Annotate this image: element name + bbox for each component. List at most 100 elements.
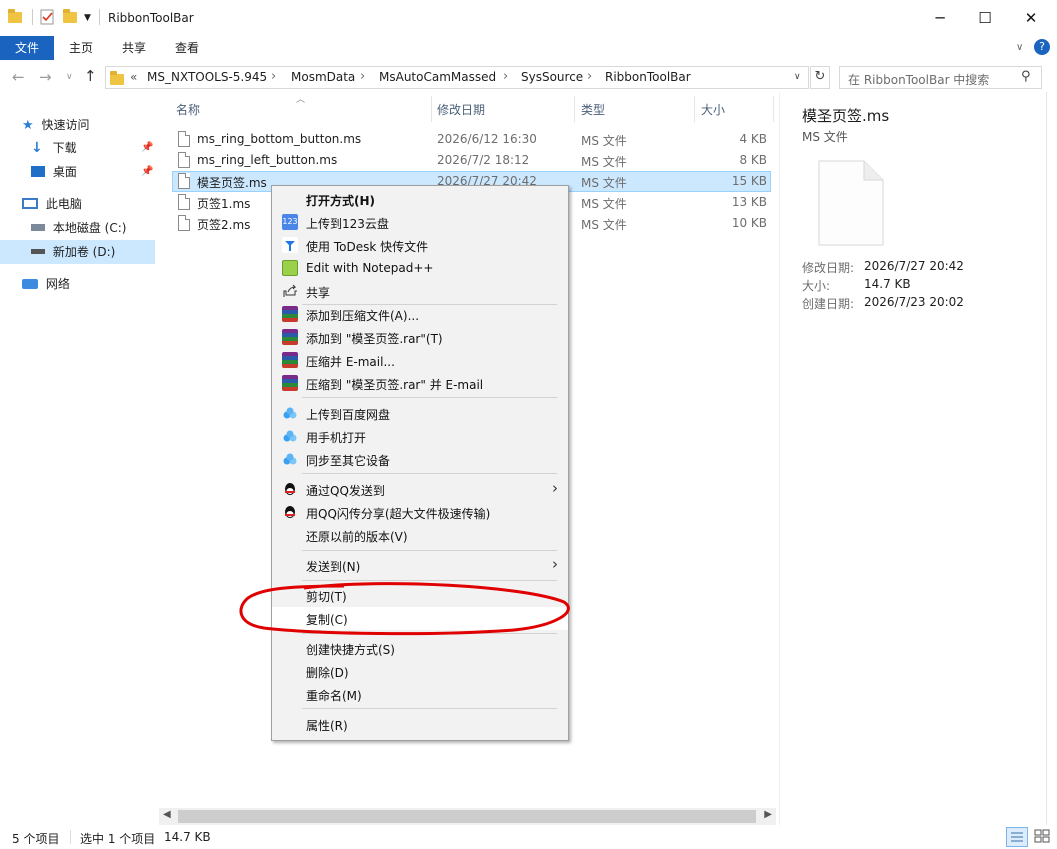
table-row[interactable]: ms_ring_left_button.ms 2026/7/2 18:12 MS… (172, 150, 771, 171)
nav-item-this-pc[interactable]: 此电脑 (22, 195, 82, 212)
breadcrumb-item[interactable]: RibbonToolBar (605, 70, 691, 84)
breadcrumb-separator[interactable]: › (587, 69, 592, 84)
maximize-button[interactable]: ☐ (962, 0, 1008, 36)
menu-item-compress-email[interactable]: 压缩并 E-mail... (272, 349, 568, 372)
search-box[interactable]: 在 RibbonToolBar 中搜索 ⚲ (839, 66, 1042, 89)
column-divider[interactable] (694, 96, 695, 122)
menu-item-properties[interactable]: 属性(R) (272, 713, 568, 736)
column-divider[interactable] (773, 96, 774, 122)
cloud-123-icon: 123 (282, 214, 298, 230)
share-icon (282, 283, 298, 299)
winrar-icon (282, 352, 298, 368)
address-bar[interactable]: « MS_NXTOOLS-5.945 › MosmData › MsAutoCa… (105, 66, 809, 89)
column-header-size[interactable]: 大小 (701, 101, 725, 118)
divider (32, 9, 33, 25)
tab-home[interactable]: 主页 (58, 36, 104, 60)
properties-icon[interactable] (40, 9, 54, 27)
forward-button[interactable]: → (39, 68, 52, 86)
breadcrumb-item[interactable]: SysSource (521, 70, 583, 84)
menu-item-compress-rar-email[interactable]: 压缩到 "模圣页签.rar" 并 E-mail (272, 372, 568, 395)
menu-item-rename[interactable]: 重命名(M) (272, 683, 568, 706)
pane-divider[interactable] (779, 92, 780, 825)
details-view-button[interactable] (1006, 827, 1028, 847)
vertical-scrollbar[interactable] (1046, 92, 1057, 825)
breadcrumb-separator[interactable]: › (271, 69, 276, 84)
nav-item-downloads[interactable]: ↓ 下载 (31, 139, 77, 156)
breadcrumb-separator[interactable]: › (503, 69, 508, 84)
column-divider[interactable] (574, 96, 575, 122)
menu-item-qq-send[interactable]: 通过QQ发送到 › (272, 478, 568, 501)
details-value: 2026/7/27 20:42 (864, 259, 964, 273)
file-size: 4 KB (739, 132, 767, 146)
menu-item-upload-123[interactable]: 123 上传到123云盘 (272, 211, 568, 234)
notepad-icon (282, 260, 298, 276)
star-icon: ★ (22, 118, 34, 133)
back-button[interactable]: ← (12, 68, 25, 86)
minimize-button[interactable]: ─ (917, 0, 963, 36)
up-button[interactable]: ↑ (84, 67, 97, 85)
tab-share[interactable]: 共享 (111, 36, 157, 60)
column-header-type[interactable]: 类型 (581, 101, 605, 118)
scroll-left-icon[interactable]: ◀ (163, 809, 171, 820)
menu-item-add-archive[interactable]: 添加到压缩文件(A)... (272, 303, 568, 326)
file-icon (178, 152, 190, 168)
menu-item-create-shortcut[interactable]: 创建快捷方式(S) (272, 637, 568, 660)
tab-file[interactable]: 文件 (0, 36, 54, 60)
menu-item-qq-flash[interactable]: 用QQ闪传分享(超大文件极速传输) (272, 501, 568, 524)
details-filename: 模圣页签.ms (802, 107, 890, 125)
window-title: RibbonToolBar (108, 11, 194, 25)
horizontal-scrollbar[interactable]: ◀ ▶ (159, 808, 776, 825)
menu-item-open-with[interactable]: 打开方式(H) (272, 188, 568, 211)
nav-item-quick-access[interactable]: ★ 快速访问 (22, 116, 90, 133)
table-row[interactable]: ms_ring_bottom_button.ms 2026/6/12 16:30… (172, 129, 771, 150)
qq-icon (282, 504, 298, 520)
menu-item-todesk[interactable]: 使用 ToDesk 快传文件 (272, 234, 568, 257)
submenu-arrow-icon: › (552, 479, 558, 497)
column-divider[interactable] (431, 96, 432, 122)
new-folder-icon[interactable] (63, 9, 77, 27)
customize-qat-icon[interactable]: ▼ (84, 13, 91, 31)
breadcrumb-item[interactable]: MS_NXTOOLS-5.945 (147, 70, 267, 84)
menu-item-add-rar[interactable]: 添加到 "模圣页签.rar"(T) (272, 326, 568, 349)
breadcrumb-separator[interactable]: › (360, 69, 365, 84)
menu-item-open-phone[interactable]: 用手机打开 (272, 425, 568, 448)
help-icon[interactable]: ? (1034, 39, 1050, 55)
address-dropdown-icon[interactable]: ∨ (794, 72, 801, 82)
scrollbar-thumb[interactable] (178, 810, 756, 823)
close-button[interactable]: ✕ (1008, 0, 1054, 36)
menu-item-restore-versions[interactable]: 还原以前的版本(V) (272, 524, 568, 547)
details-filetype: MS 文件 (802, 130, 848, 144)
menu-item-share[interactable]: 共享 (272, 280, 568, 303)
tab-view[interactable]: 查看 (164, 36, 210, 60)
menu-separator (302, 708, 557, 709)
scroll-right-icon[interactable]: ▶ (764, 809, 772, 820)
recent-locations-icon[interactable]: ∨ (66, 72, 73, 82)
menu-item-sync-devices[interactable]: 同步至其它设备 (272, 448, 568, 471)
nav-item-drive-d[interactable]: 新加卷 (D:) (31, 243, 115, 260)
file-size: 13 KB (731, 195, 767, 209)
large-icons-view-button[interactable] (1032, 827, 1054, 847)
computer-icon (22, 198, 38, 209)
menu-item-baidu[interactable]: 上传到百度网盘 (272, 402, 568, 425)
breadcrumb-overflow[interactable]: « (130, 70, 137, 84)
nav-item-drive-c[interactable]: 本地磁盘 (C:) (31, 219, 126, 236)
nav-item-desktop[interactable]: 桌面 (31, 163, 77, 180)
menu-item-notepad[interactable]: Edit with Notepad++ (272, 257, 568, 280)
menu-item-delete[interactable]: 删除(D) (272, 660, 568, 683)
expand-ribbon-icon[interactable]: ∨ (1016, 42, 1023, 53)
breadcrumb-item[interactable]: MosmData (291, 70, 355, 84)
status-item-count: 5 个项目 (12, 832, 60, 846)
pin-icon[interactable]: 📌 (141, 142, 153, 153)
refresh-icon[interactable]: ↻ (810, 66, 830, 89)
search-icon[interactable]: ⚲ (1021, 69, 1031, 84)
desktop-icon (31, 166, 45, 177)
status-size: 14.7 KB (164, 830, 211, 844)
breadcrumb-item[interactable]: MsAutoCamMassed (379, 70, 496, 84)
menu-item-send-to[interactable]: 发送到(N) › (272, 554, 568, 577)
pin-icon[interactable]: 📌 (141, 166, 153, 177)
column-header-date[interactable]: 修改日期 (437, 101, 485, 118)
status-bar: 5 个项目 选中 1 个项目 14.7 KB (0, 826, 1057, 849)
nav-item-network[interactable]: 网络 (22, 275, 70, 292)
baidu-cloud-icon (282, 405, 298, 421)
column-header-name[interactable]: 名称 (176, 101, 200, 118)
